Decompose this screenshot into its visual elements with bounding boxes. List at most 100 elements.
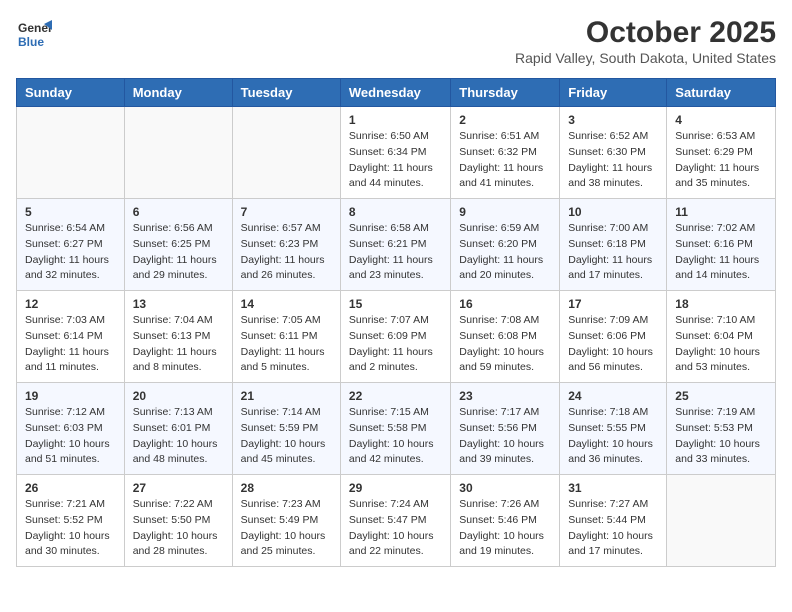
weekday-header: Friday [560, 79, 667, 107]
day-info: Sunrise: 7:00 AM Sunset: 6:18 PM Dayligh… [568, 221, 658, 284]
day-number: 6 [133, 205, 224, 219]
day-number: 18 [675, 297, 767, 311]
calendar-day-cell: 18Sunrise: 7:10 AM Sunset: 6:04 PM Dayli… [667, 291, 776, 383]
day-info: Sunrise: 7:12 AM Sunset: 6:03 PM Dayligh… [25, 405, 116, 468]
day-info: Sunrise: 6:59 AM Sunset: 6:20 PM Dayligh… [459, 221, 551, 284]
calendar-day-cell [667, 475, 776, 567]
calendar-day-cell: 6 Sunrise: 6:56 AM Sunset: 6:25 PM Daylig… [124, 199, 232, 291]
day-number: 31 [568, 481, 658, 495]
calendar-day-cell: 2 Sunrise: 6:51 AM Sunset: 6:32 PM Daylig… [451, 107, 560, 199]
calendar-day-cell: 15 Sunrise: 7:07 AM Sunset: 6:09 PM Dayli… [340, 291, 450, 383]
day-info: Sunrise: 7:19 AM Sunset: 5:53 PM Dayligh… [675, 405, 767, 468]
day-info: Sunrise: 7:08 AM Sunset: 6:08 PM Dayligh… [459, 313, 551, 376]
day-info: Sunrise: 7:03 AM Sunset: 6:14 PM Dayligh… [25, 313, 116, 376]
day-info: Sunrise: 7:05 AM Sunset: 6:11 PM Dayligh… [241, 313, 332, 376]
day-info: Sunrise: 6:56 AM Sunset: 6:25 PM Dayligh… [133, 221, 224, 284]
calendar-day-cell: 16 Sunrise: 7:08 AM Sunset: 6:08 PM Dayli… [451, 291, 560, 383]
day-info: Sunrise: 7:02 AM Sunset: 6:16 PM Dayligh… [675, 221, 767, 284]
calendar-day-cell: 28Sunrise: 7:23 AM Sunset: 5:49 PM Dayli… [232, 475, 340, 567]
day-number: 9 [459, 205, 551, 219]
day-info: Sunrise: 7:24 AM Sunset: 5:47 PM Dayligh… [349, 497, 442, 560]
calendar-week-row: 12 Sunrise: 7:03 AM Sunset: 6:14 PM Dayli… [17, 291, 776, 383]
day-number: 15 [349, 297, 442, 311]
day-number: 23 [459, 389, 551, 403]
day-number: 28 [241, 481, 332, 495]
calendar-day-cell: 26 Sunrise: 7:21 AM Sunset: 5:52 PM Dayli… [17, 475, 125, 567]
weekday-header: Thursday [451, 79, 560, 107]
weekday-header: Wednesday [340, 79, 450, 107]
page-header: General Blue October 2025 Rapid Valley, … [16, 16, 776, 66]
day-number: 3 [568, 113, 658, 127]
day-number: 17 [568, 297, 658, 311]
day-info: Sunrise: 7:09 AM Sunset: 6:06 PM Dayligh… [568, 313, 658, 376]
calendar-day-cell: 24 Sunrise: 7:18 AM Sunset: 5:55 PM Dayli… [560, 383, 667, 475]
calendar-day-cell: 30Sunrise: 7:26 AM Sunset: 5:46 PM Dayli… [451, 475, 560, 567]
day-number: 8 [349, 205, 442, 219]
day-number: 13 [133, 297, 224, 311]
day-number: 29 [349, 481, 442, 495]
day-number: 4 [675, 113, 767, 127]
svg-text:Blue: Blue [18, 35, 44, 49]
weekday-header: Tuesday [232, 79, 340, 107]
calendar-week-row: 26 Sunrise: 7:21 AM Sunset: 5:52 PM Dayli… [17, 475, 776, 567]
calendar-day-cell: 19 Sunrise: 7:12 AM Sunset: 6:03 PM Dayli… [17, 383, 125, 475]
calendar-day-cell: 20 Sunrise: 7:13 AM Sunset: 6:01 PM Dayli… [124, 383, 232, 475]
day-info: Sunrise: 6:53 AM Sunset: 6:29 PM Dayligh… [675, 129, 767, 192]
calendar-header-row: SundayMondayTuesdayWednesdayThursdayFrid… [17, 79, 776, 107]
calendar-day-cell [124, 107, 232, 199]
day-number: 12 [25, 297, 116, 311]
day-number: 16 [459, 297, 551, 311]
calendar-week-row: 1 Sunrise: 6:50 AM Sunset: 6:34 PM Daylig… [17, 107, 776, 199]
day-number: 27 [133, 481, 224, 495]
day-info: Sunrise: 7:04 AM Sunset: 6:13 PM Dayligh… [133, 313, 224, 376]
day-number: 14 [241, 297, 332, 311]
calendar-subtitle: Rapid Valley, South Dakota, United State… [515, 50, 776, 66]
day-number: 10 [568, 205, 658, 219]
calendar-day-cell [17, 107, 125, 199]
calendar-week-row: 19 Sunrise: 7:12 AM Sunset: 6:03 PM Dayli… [17, 383, 776, 475]
day-info: Sunrise: 7:18 AM Sunset: 5:55 PM Dayligh… [568, 405, 658, 468]
calendar-day-cell: 17 Sunrise: 7:09 AM Sunset: 6:06 PM Dayli… [560, 291, 667, 383]
calendar-day-cell: 7 Sunrise: 6:57 AM Sunset: 6:23 PM Daylig… [232, 199, 340, 291]
title-block: October 2025 Rapid Valley, South Dakota,… [515, 16, 776, 66]
calendar-day-cell: 4 Sunrise: 6:53 AM Sunset: 6:29 PM Daylig… [667, 107, 776, 199]
day-number: 22 [349, 389, 442, 403]
day-info: Sunrise: 6:52 AM Sunset: 6:30 PM Dayligh… [568, 129, 658, 192]
logo-icon: General Blue [16, 16, 52, 52]
day-number: 1 [349, 113, 442, 127]
day-info: Sunrise: 7:15 AM Sunset: 5:58 PM Dayligh… [349, 405, 442, 468]
calendar-day-cell: 11Sunrise: 7:02 AM Sunset: 6:16 PM Dayli… [667, 199, 776, 291]
logo: General Blue [16, 16, 52, 52]
calendar-day-cell: 1 Sunrise: 6:50 AM Sunset: 6:34 PM Daylig… [340, 107, 450, 199]
calendar-day-cell: 27 Sunrise: 7:22 AM Sunset: 5:50 PM Dayli… [124, 475, 232, 567]
weekday-header: Monday [124, 79, 232, 107]
day-info: Sunrise: 7:14 AM Sunset: 5:59 PM Dayligh… [241, 405, 332, 468]
day-info: Sunrise: 7:07 AM Sunset: 6:09 PM Dayligh… [349, 313, 442, 376]
day-info: Sunrise: 6:51 AM Sunset: 6:32 PM Dayligh… [459, 129, 551, 192]
calendar-day-cell: 13 Sunrise: 7:04 AM Sunset: 6:13 PM Dayli… [124, 291, 232, 383]
day-info: Sunrise: 7:27 AM Sunset: 5:44 PM Dayligh… [568, 497, 658, 560]
day-number: 5 [25, 205, 116, 219]
day-number: 20 [133, 389, 224, 403]
day-info: Sunrise: 7:26 AM Sunset: 5:46 PM Dayligh… [459, 497, 551, 560]
day-info: Sunrise: 6:58 AM Sunset: 6:21 PM Dayligh… [349, 221, 442, 284]
day-info: Sunrise: 6:50 AM Sunset: 6:34 PM Dayligh… [349, 129, 442, 192]
day-number: 7 [241, 205, 332, 219]
day-info: Sunrise: 6:57 AM Sunset: 6:23 PM Dayligh… [241, 221, 332, 284]
day-info: Sunrise: 6:54 AM Sunset: 6:27 PM Dayligh… [25, 221, 116, 284]
calendar-day-cell: 9 Sunrise: 6:59 AM Sunset: 6:20 PM Daylig… [451, 199, 560, 291]
weekday-header: Saturday [667, 79, 776, 107]
day-number: 21 [241, 389, 332, 403]
day-number: 19 [25, 389, 116, 403]
day-info: Sunrise: 7:22 AM Sunset: 5:50 PM Dayligh… [133, 497, 224, 560]
day-number: 26 [25, 481, 116, 495]
calendar-day-cell: 31 Sunrise: 7:27 AM Sunset: 5:44 PM Dayli… [560, 475, 667, 567]
calendar-day-cell: 14 Sunrise: 7:05 AM Sunset: 6:11 PM Dayli… [232, 291, 340, 383]
day-number: 2 [459, 113, 551, 127]
day-number: 24 [568, 389, 658, 403]
day-info: Sunrise: 7:21 AM Sunset: 5:52 PM Dayligh… [25, 497, 116, 560]
calendar-week-row: 5 Sunrise: 6:54 AM Sunset: 6:27 PM Daylig… [17, 199, 776, 291]
calendar-table: SundayMondayTuesdayWednesdayThursdayFrid… [16, 78, 776, 567]
day-info: Sunrise: 7:13 AM Sunset: 6:01 PM Dayligh… [133, 405, 224, 468]
calendar-day-cell: 10 Sunrise: 7:00 AM Sunset: 6:18 PM Dayli… [560, 199, 667, 291]
